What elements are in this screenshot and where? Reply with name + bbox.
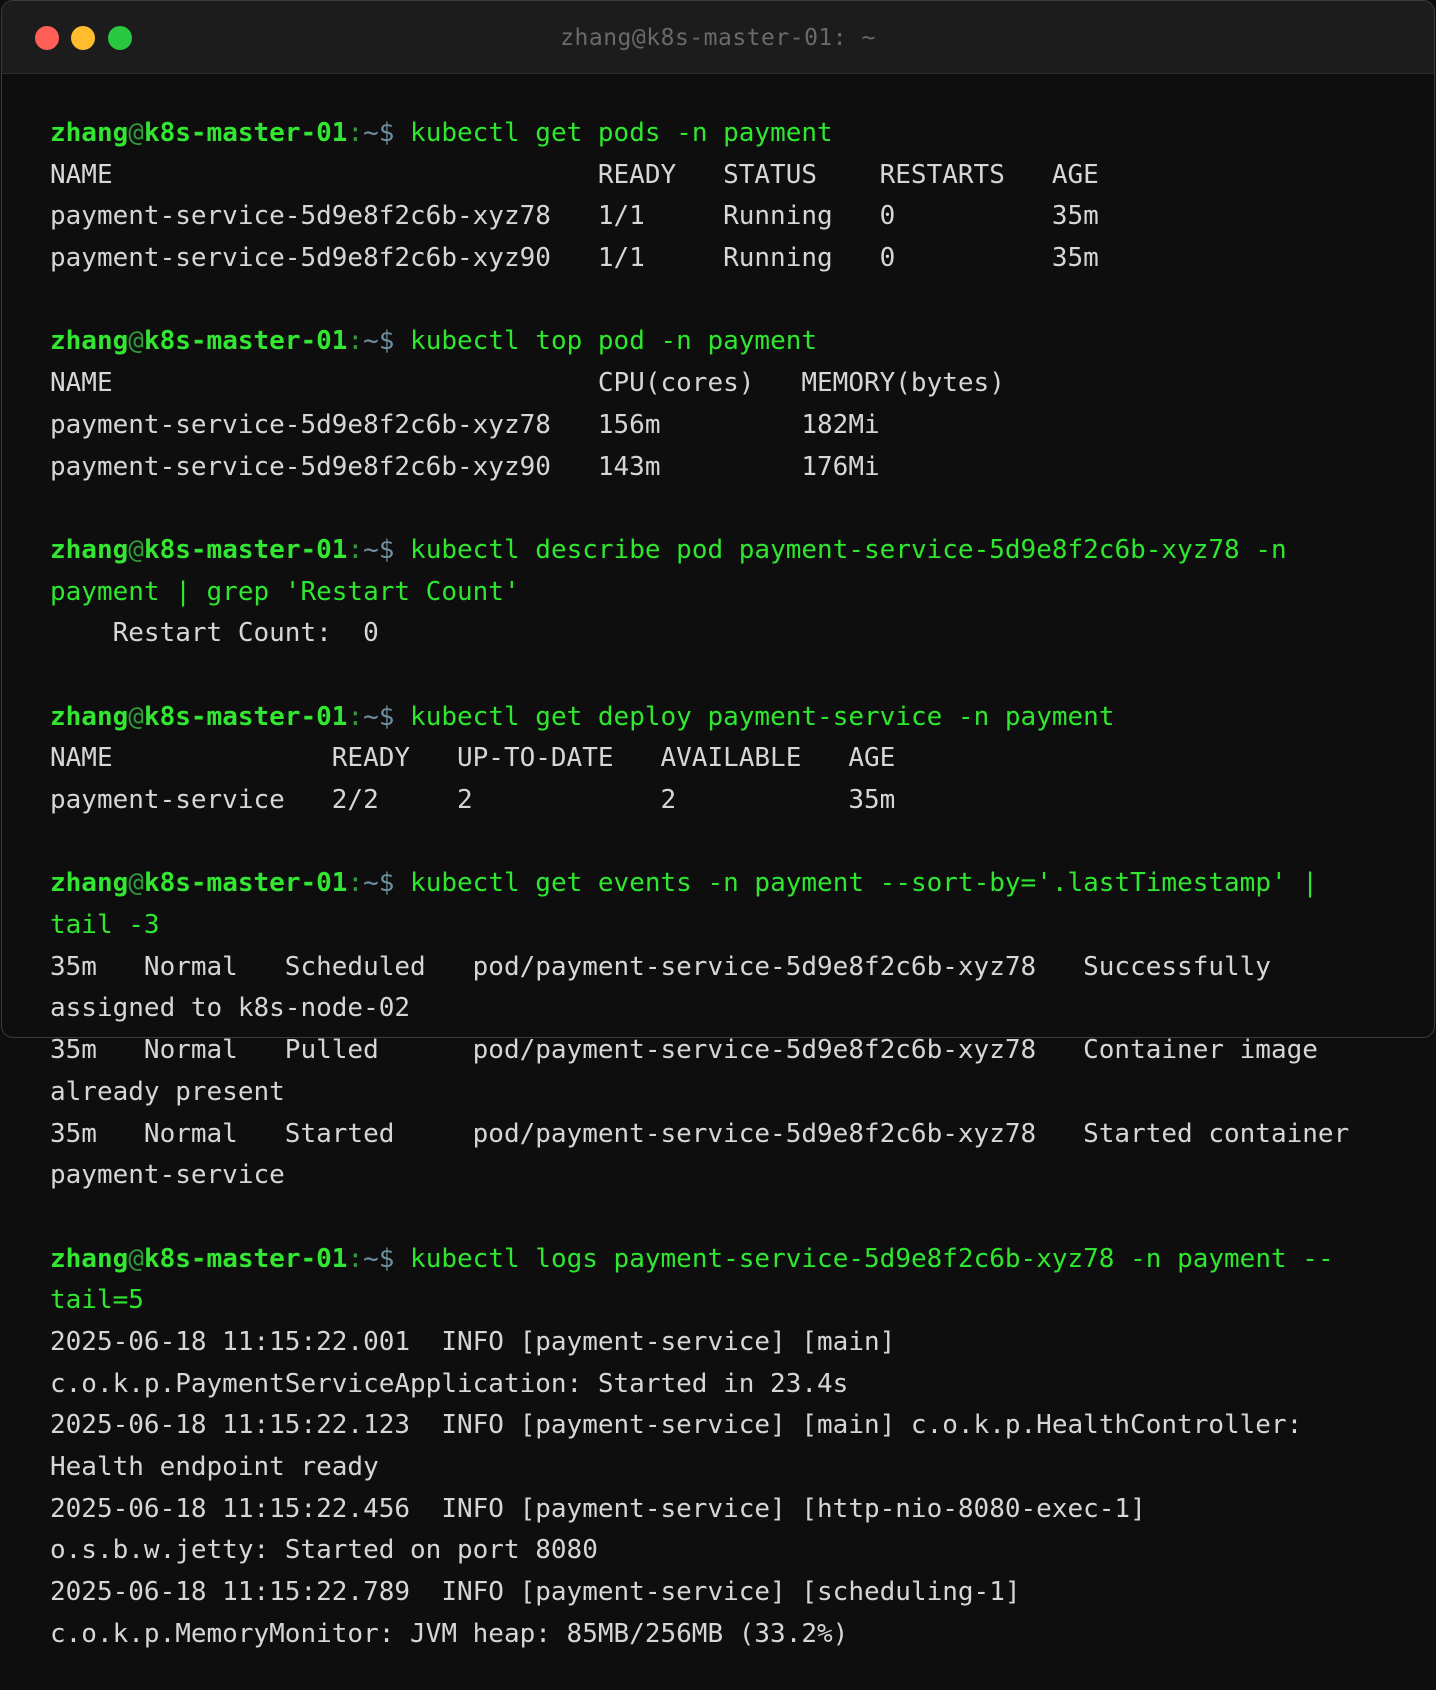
prompt-colon: :	[347, 326, 364, 357]
output-line: 35m Normal Started pod/payment-service-5…	[50, 1118, 1350, 1149]
output-line: payment-service-5d9e8f2c6b-xyz90 143m 17…	[50, 451, 880, 482]
command-line: zhang@k8s-master-01:~$ kubectl get event…	[50, 863, 1396, 905]
command-line: zhang@k8s-master-01:~$ kubectl top pod -…	[50, 321, 1396, 363]
prompt-path: ~$	[363, 701, 395, 732]
command-line: zhang@k8s-master-01:~$ kubectl describe …	[50, 530, 1396, 572]
prompt-host: k8s-master-01	[143, 701, 348, 732]
output-line: c.o.k.p.MemoryMonitor: JVM heap: 85MB/25…	[50, 1618, 849, 1649]
command-line: zhang@k8s-master-01:~$ kubectl logs paym…	[50, 1239, 1396, 1281]
prompt-path: ~$	[363, 534, 395, 565]
command-text: kubectl describe pod payment-service-5d9…	[394, 534, 1287, 565]
title-bar[interactable]: zhang@k8s-master-01: ~	[2, 1, 1434, 74]
output-line: payment-service-5d9e8f2c6b-xyz90 1/1 Run…	[50, 243, 1099, 274]
prompt-colon: :	[347, 534, 364, 565]
prompt-path: ~$	[363, 326, 395, 357]
output-line: Restart Count: 0	[50, 618, 379, 649]
output-line: payment-service	[50, 1160, 285, 1191]
prompt-at: @	[128, 868, 144, 899]
command-text: kubectl get pods -n payment	[394, 118, 833, 148]
prompt-at: @	[128, 534, 144, 565]
prompt-user: zhang	[50, 701, 129, 732]
output-line: payment-service-5d9e8f2c6b-xyz78 156m 18…	[50, 409, 880, 440]
output-line: 35m Normal Pulled pod/payment-service-5d…	[50, 1035, 1318, 1066]
command-line: zhang@k8s-master-01:~$ kubectl get pods …	[50, 113, 1396, 155]
prompt-path: ~$	[363, 868, 395, 899]
command-line: tail=5	[50, 1280, 1396, 1322]
command-text: kubectl get events -n payment --sort-by=…	[394, 868, 1318, 899]
prompt-colon: :	[347, 868, 364, 899]
prompt-user: zhang	[50, 868, 129, 899]
prompt-path: ~$	[363, 118, 395, 148]
output-line: o.s.b.w.jetty: Started on port 8080	[50, 1535, 598, 1566]
output-line: assigned to k8s-node-02	[50, 993, 411, 1024]
output-line: c.o.k.p.PaymentServiceApplication: Start…	[50, 1368, 849, 1399]
output-line: payment-service 2/2 2 2 35m	[50, 785, 896, 815]
output-line: 35m Normal Scheduled pod/payment-service…	[50, 951, 1271, 982]
output-line: 2025-06-18 11:15:22.123 INFO [payment-se…	[50, 1410, 1303, 1441]
command-text: kubectl top pod -n payment	[394, 326, 818, 357]
terminal-window: zhang@k8s-master-01: ~ zhang@k8s-master-…	[0, 0, 1436, 1690]
output-line: NAME READY UP-TO-DATE AVAILABLE AGE	[50, 743, 896, 774]
output-line: already present	[50, 1076, 285, 1107]
prompt-colon: :	[347, 701, 364, 732]
command-text: payment | grep 'Restart Count'	[50, 576, 520, 607]
prompt-host: k8s-master-01	[143, 118, 348, 148]
prompt-host: k8s-master-01	[143, 868, 348, 899]
command-line: zhang@k8s-master-01:~$ kubectl get deplo…	[50, 697, 1396, 739]
prompt-host: k8s-master-01	[143, 326, 348, 357]
terminal-output[interactable]: zhang@k8s-master-01:~$ kubectl get pods …	[50, 113, 1396, 1655]
prompt-path: ~$	[363, 1243, 395, 1274]
output-line: NAME CPU(cores) MEMORY(bytes)	[50, 368, 1005, 399]
window-title: zhang@k8s-master-01: ~	[560, 25, 876, 51]
output-line: NAME READY STATUS RESTARTS AGE	[50, 159, 1099, 190]
prompt-user: zhang	[50, 534, 129, 565]
output-line: 2025-06-18 11:15:22.789 INFO [payment-se…	[50, 1577, 1021, 1608]
output-line: 2025-06-18 11:15:22.456 INFO [payment-se…	[50, 1493, 1146, 1524]
prompt-at: @	[128, 326, 144, 357]
output-line: 2025-06-18 11:15:22.001 INFO [payment-se…	[50, 1326, 896, 1357]
command-text: kubectl get deploy payment-service -n pa…	[394, 701, 1115, 732]
prompt-colon: :	[347, 1243, 364, 1274]
prompt-user: zhang	[50, 1243, 129, 1274]
command-text: kubectl logs payment-service-5d9e8f2c6b-…	[394, 1243, 1334, 1274]
output-line: Health endpoint ready	[50, 1452, 379, 1482]
prompt-at: @	[128, 1243, 144, 1274]
prompt-at: @	[128, 701, 144, 732]
command-text: tail=5	[50, 1285, 144, 1316]
prompt-at: @	[128, 118, 144, 148]
prompt-host: k8s-master-01	[143, 1243, 348, 1274]
prompt-host: k8s-master-01	[143, 534, 348, 565]
output-line: payment-service-5d9e8f2c6b-xyz78 1/1 Run…	[50, 201, 1099, 232]
prompt-user: zhang	[50, 326, 129, 357]
prompt-user: zhang	[50, 118, 129, 148]
command-line: tail -3	[50, 905, 1396, 947]
command-text: tail -3	[50, 910, 160, 941]
command-line: payment | grep 'Restart Count'	[50, 572, 1396, 614]
prompt-colon: :	[347, 118, 364, 148]
